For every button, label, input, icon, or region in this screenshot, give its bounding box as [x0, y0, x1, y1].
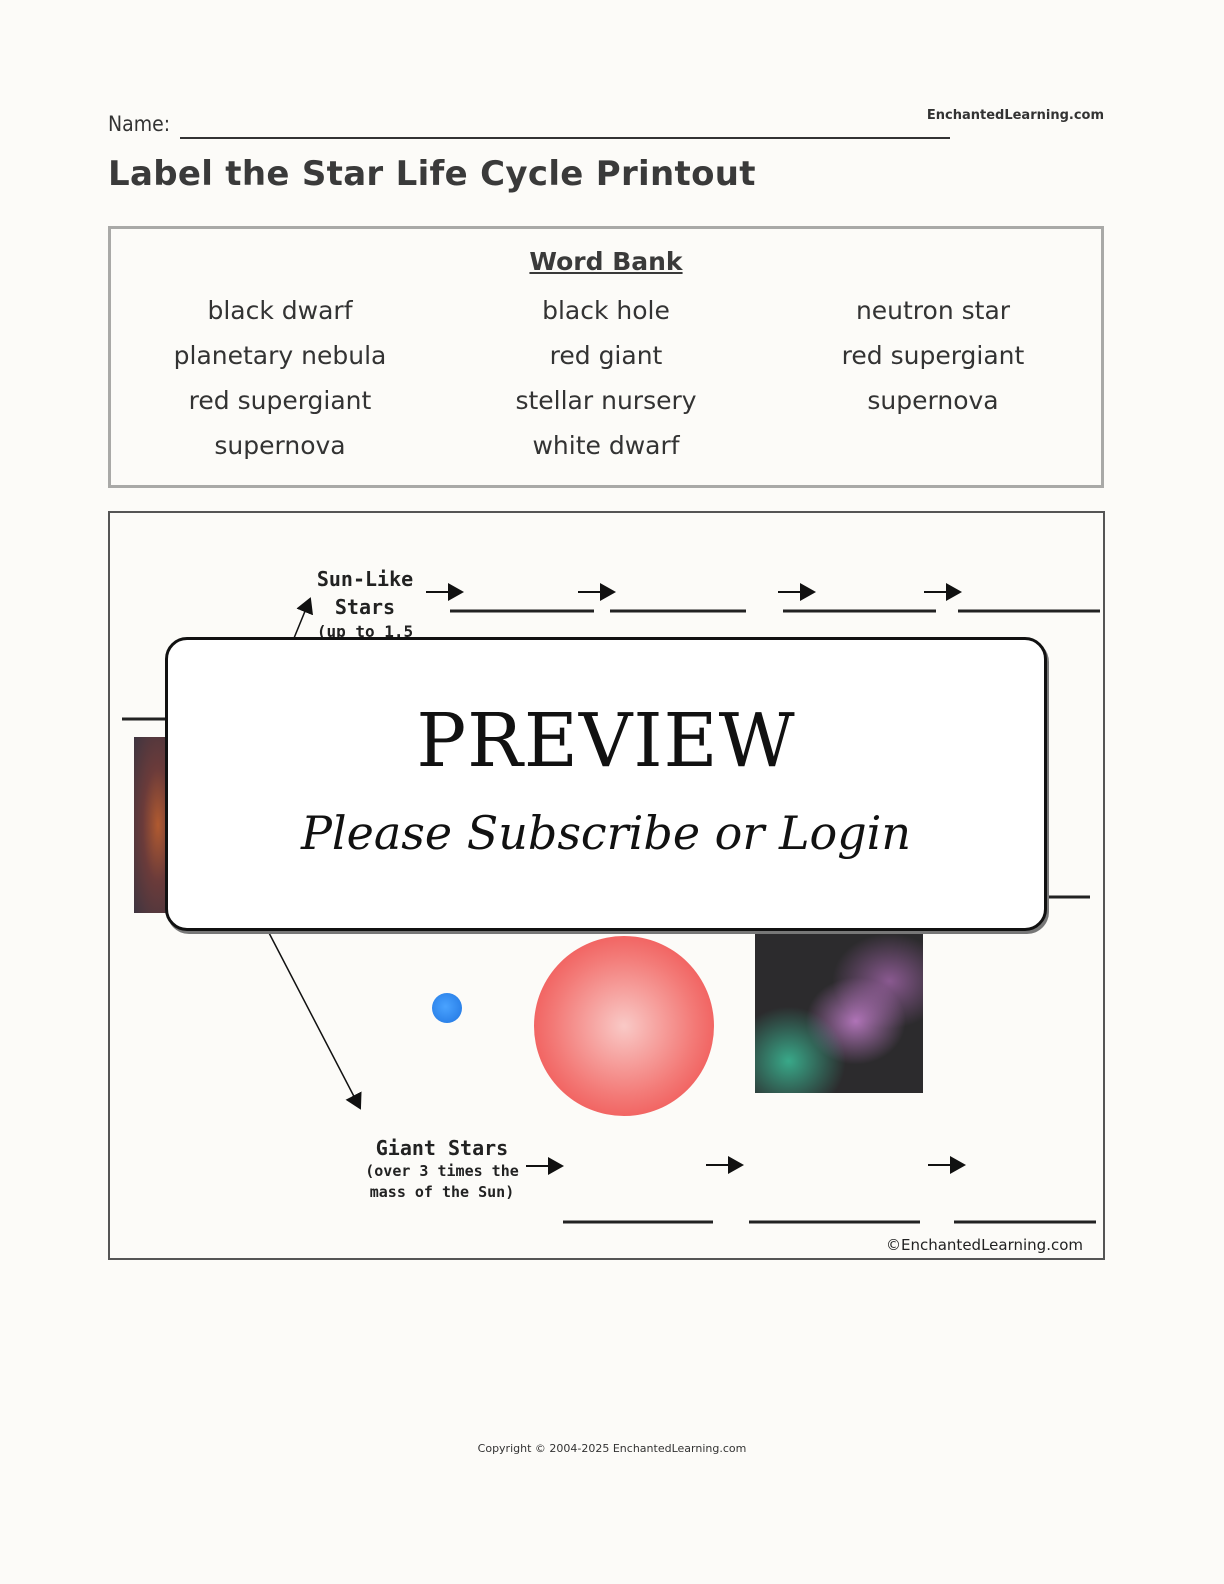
word-bank-item: stellar nursery	[515, 386, 697, 415]
page-title: Label the Star Life Cycle Printout	[108, 154, 756, 194]
blue-star-image	[432, 993, 462, 1023]
giant-label-line: Giant Stars	[375, 1136, 509, 1160]
preview-title: PREVIEW	[416, 698, 796, 784]
word-bank-item: red supergiant	[841, 341, 1025, 370]
word-bank-item: supernova	[867, 386, 999, 415]
word-bank-item: supernova	[214, 431, 346, 460]
name-input-line[interactable]	[180, 137, 950, 139]
sun-like-stars-label: Sun-Like Stars (up to 1.5	[300, 565, 430, 643]
sun-like-label-line: Sun-Like	[316, 567, 414, 591]
word-bank-item: neutron star	[855, 296, 1011, 325]
name-label: Name:	[108, 112, 171, 136]
word-bank-column: black hole red giant stellar nursery whi…	[441, 291, 771, 471]
name-row: Name: EnchantedLearning.com	[108, 108, 1104, 140]
word-bank-item: red giant	[549, 341, 663, 370]
word-bank-item: black hole	[542, 296, 670, 325]
subscribe-login-link[interactable]: Please Subscribe or Login	[168, 806, 1044, 860]
supernova-remnant-image	[755, 933, 923, 1093]
giant-stars-label: Giant Stars (over 3 times the mass of th…	[342, 1135, 542, 1203]
word-bank: Word Bank black dwarf planetary nebula r…	[108, 226, 1104, 488]
word-bank-item: planetary nebula	[173, 341, 387, 370]
sun-like-label-line: Stars	[334, 595, 396, 619]
red-supergiant-image	[534, 936, 714, 1116]
word-bank-item: white dwarf	[532, 431, 680, 460]
giant-label-line: (over 3 times the	[365, 1162, 519, 1180]
site-logo-text[interactable]: EnchantedLearning.com	[927, 108, 1104, 123]
word-bank-title: Word Bank	[529, 247, 683, 276]
preview-overlay[interactable]: PREVIEW Please Subscribe or Login	[165, 637, 1047, 931]
word-bank-item: red supergiant	[188, 386, 372, 415]
giant-label-line: mass of the Sun)	[369, 1183, 515, 1201]
word-bank-column: black dwarf planetary nebula red supergi…	[115, 291, 445, 471]
word-bank-item: black dwarf	[207, 296, 353, 325]
arrow-icon	[267, 930, 362, 1110]
diagram-copyright: ©EnchantedLearning.com	[886, 1236, 1083, 1254]
word-bank-column: neutron star red supergiant supernova	[768, 291, 1098, 426]
footer-copyright: Copyright © 2004-2025 EnchantedLearning.…	[477, 1442, 747, 1455]
